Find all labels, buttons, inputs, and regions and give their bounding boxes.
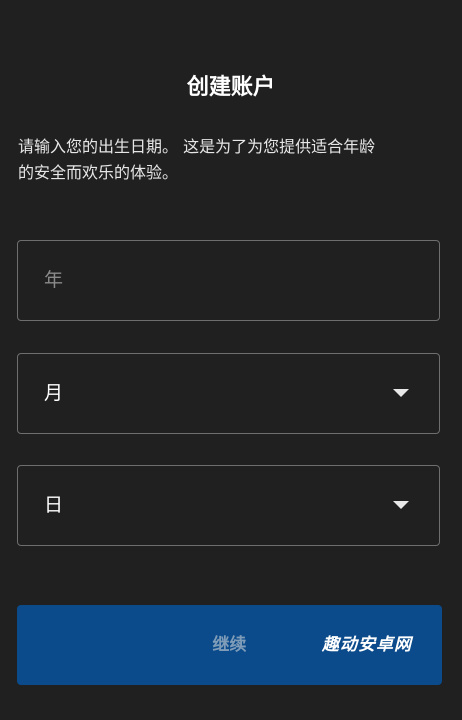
day-select[interactable]: 日 <box>17 465 440 546</box>
day-select-value: 日 <box>44 494 64 516</box>
chevron-down-icon <box>393 389 409 397</box>
chevron-down-icon <box>393 501 409 509</box>
year-input[interactable]: 年 <box>17 240 440 321</box>
month-select-value: 月 <box>44 382 64 404</box>
month-select[interactable]: 月 <box>17 353 440 434</box>
year-placeholder: 年 <box>44 269 64 291</box>
watermark-logo: 趣动安卓网 <box>322 635 412 655</box>
birthdate-description: 请输入您的出生日期。 这是为了为您提供适合年龄 的安全而欢乐的体验。 <box>18 137 376 182</box>
continue-button[interactable]: 继续 趣动安卓网 <box>17 605 442 685</box>
page-title: 创建账户 <box>186 75 275 100</box>
